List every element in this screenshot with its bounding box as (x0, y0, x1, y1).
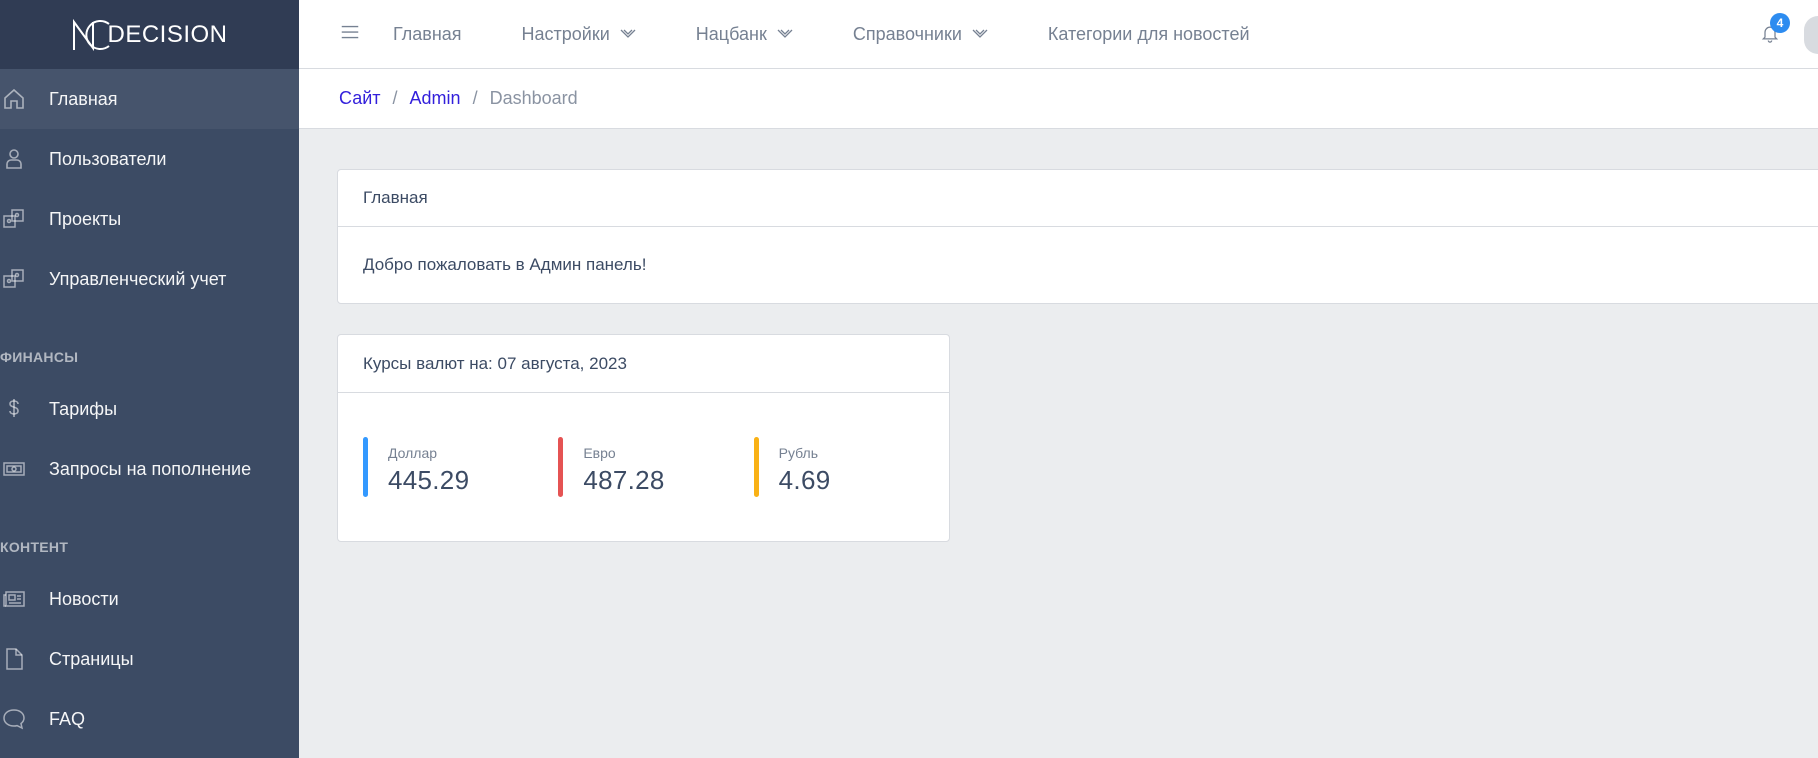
exchange-rates-card: Курсы валют на: 07 августа, 2023 Доллар … (337, 334, 950, 542)
rate-eur: Евро 487.28 (558, 437, 753, 497)
header-nav-home[interactable]: Главная (393, 24, 462, 45)
rate-color-bar (363, 437, 368, 497)
notification-count-badge: 4 (1770, 12, 1790, 33)
breadcrumb-current: Dashboard (489, 88, 578, 108)
user-icon (0, 147, 49, 171)
notifications-button[interactable]: 4 (1760, 12, 1790, 47)
brand-logo: DECISION (71, 18, 227, 52)
chevron-down-icon (972, 29, 988, 38)
sidebar-item-label: Страницы (49, 648, 134, 669)
header-nav-label: Категории для новостей (1047, 23, 1250, 44)
sidebar-item-faq[interactable]: FAQ (0, 689, 299, 749)
newspaper-icon (0, 587, 49, 611)
header-nav-settings[interactable]: Настройки (522, 24, 636, 45)
avatar[interactable] (1804, 15, 1818, 54)
rate-label: Рубль (778, 445, 819, 461)
rate-label: Доллар (388, 445, 438, 461)
rate-usd: Доллар 445.29 (363, 437, 558, 497)
exchange-rates-list: Доллар 445.29 Евро 487.28 Рубль 4.69 (338, 393, 949, 497)
sidebar-item-label: Управленческий учет (49, 268, 227, 289)
sidebar-item-users[interactable]: Пользователи (0, 129, 299, 189)
header-nav-label: Нацбанк (695, 23, 767, 44)
breadcrumb-link-admin[interactable]: Admin (410, 88, 461, 109)
sidebar-item-label: Тарифы (49, 398, 118, 419)
sidebar-item-home[interactable]: Главная (0, 69, 299, 129)
rate-value: 487.28 (583, 465, 665, 495)
file-icon (0, 647, 49, 671)
sidebar-item-news[interactable]: Новости (0, 569, 299, 629)
breadcrumb-link-site[interactable]: Сайт (339, 88, 381, 109)
header-nav-label: Настройки (521, 23, 610, 44)
rate-label: Евро (583, 445, 616, 461)
welcome-card: Главная Добро пожаловать в Админ панель! (337, 169, 1818, 304)
sidebar-item-tariffs[interactable]: Тарифы (0, 379, 299, 439)
sidebar-section-title-content: Контент (0, 539, 69, 555)
rate-value: 4.69 (778, 465, 831, 495)
rate-value: 445.29 (388, 465, 470, 495)
exchange-rates-title: Курсы валют на: 07 августа, 2023 (338, 335, 949, 393)
rate-color-bar (753, 437, 759, 497)
sidebar: DECISION Главная Пользователи Проекты Уп… (0, 0, 299, 758)
sidebar-item-label: Проекты (49, 208, 122, 229)
header-nav-label: Справочники (852, 23, 962, 44)
home-icon (0, 87, 49, 111)
dollar-icon (0, 397, 49, 421)
brand[interactable]: DECISION (0, 0, 299, 69)
nc-logo-icon (73, 18, 111, 51)
chevron-down-icon (620, 29, 636, 38)
header-nav-news-categories[interactable]: Категории для новостей (1048, 24, 1250, 45)
header-nav-label: Главная (393, 23, 462, 44)
breadcrumb-separator: / (472, 88, 478, 108)
breadcrumb-separator: / (392, 88, 398, 108)
sidebar-item-pages[interactable]: Страницы (0, 629, 299, 689)
sidebar-item-label: Новости (49, 588, 119, 609)
chevron-down-icon (777, 29, 793, 38)
menu-icon (341, 25, 359, 38)
welcome-card-title: Главная (338, 170, 1818, 227)
puzzle-icon (0, 267, 49, 291)
sidebar-item-label: Главная (49, 88, 118, 109)
sidebar-item-label: Запросы на пополнение (49, 458, 252, 479)
sidebar-item-label: Пользователи (49, 148, 167, 169)
header-nav: Главная Настройки Нацбанк Справочники Ка… (393, 24, 1310, 45)
sidebar-item-projects[interactable]: Проекты (0, 189, 299, 249)
speech-icon (0, 707, 49, 731)
puzzle-icon (0, 207, 49, 231)
header-right: 4 (1760, 0, 1818, 69)
brand-name: DECISION (107, 20, 228, 48)
sidebar-section-title-finance: Финансы (0, 349, 79, 365)
header-nav-directories[interactable]: Справочники (853, 24, 988, 45)
top-header: Главная Настройки Нацбанк Справочники Ка… (299, 0, 1818, 69)
sidebar-item-topup-requests[interactable]: Запросы на пополнение (0, 439, 299, 499)
money-icon (0, 457, 49, 481)
welcome-message: Добро пожаловать в Админ панель! (363, 255, 647, 274)
sidebar-item-label: FAQ (49, 708, 86, 729)
sidebar-item-management-accounting[interactable]: Управленческий учет (0, 249, 299, 309)
breadcrumb: Сайт / Admin / Dashboard (299, 69, 1818, 129)
header-nav-natsbank[interactable]: Нацбанк (696, 24, 793, 45)
rate-rub: Рубль 4.69 (753, 437, 949, 497)
sidebar-toggle-button[interactable] (339, 21, 363, 48)
rate-color-bar (558, 437, 564, 497)
